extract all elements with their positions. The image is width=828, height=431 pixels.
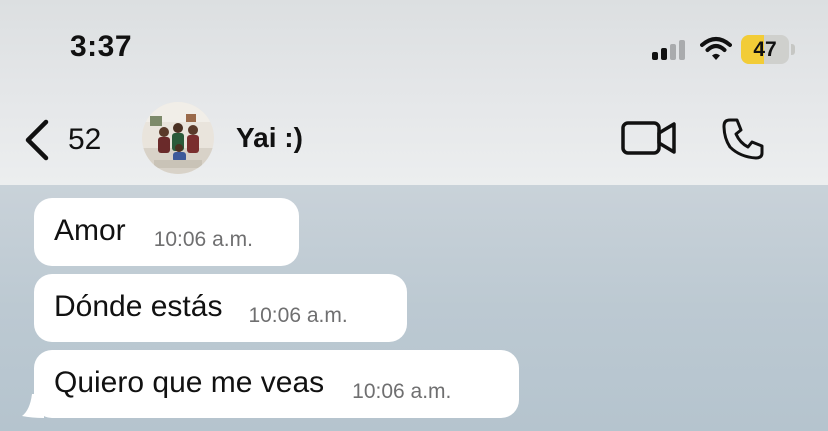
message-text: Dónde estás	[54, 290, 223, 323]
battery-cap	[791, 44, 795, 55]
avatar-photo	[142, 102, 214, 174]
message-text: Quiero que me veas	[54, 366, 325, 399]
message-time: 10:06 a.m.	[248, 304, 348, 327]
message-text: Amor	[54, 214, 126, 247]
avatar[interactable]	[142, 102, 214, 174]
battery-icon: 47	[741, 35, 789, 64]
message-time: 10:06 a.m.	[153, 228, 253, 251]
message-bubble[interactable]: Quiero que me veas 10:06 a.m.	[34, 350, 519, 418]
wifi-icon	[700, 37, 732, 60]
battery-level: 47	[753, 37, 777, 61]
phone-call-icon[interactable]	[720, 116, 766, 162]
back-button[interactable]: 52	[22, 112, 122, 168]
unread-count: 52	[68, 123, 102, 156]
message-bubble[interactable]: Dónde estás 10:06 a.m.	[34, 274, 407, 342]
cellular-signal-icon	[652, 40, 688, 60]
contact-name[interactable]: Yai :)	[236, 122, 303, 154]
chat-header: 3:37 47 52 Yai:)	[0, 0, 828, 185]
message-list: Amor 10:06 a.m. Dónde estás 10:06 a.m. Q…	[0, 185, 828, 431]
bubble-tail	[22, 394, 44, 418]
message-bubble[interactable]: Amor 10:06 a.m.	[34, 198, 299, 266]
chevron-left-icon	[25, 119, 49, 161]
message-time: 10:06 a.m.	[352, 380, 452, 403]
status-time: 3:37	[70, 30, 133, 63]
video-call-icon[interactable]	[620, 118, 678, 158]
